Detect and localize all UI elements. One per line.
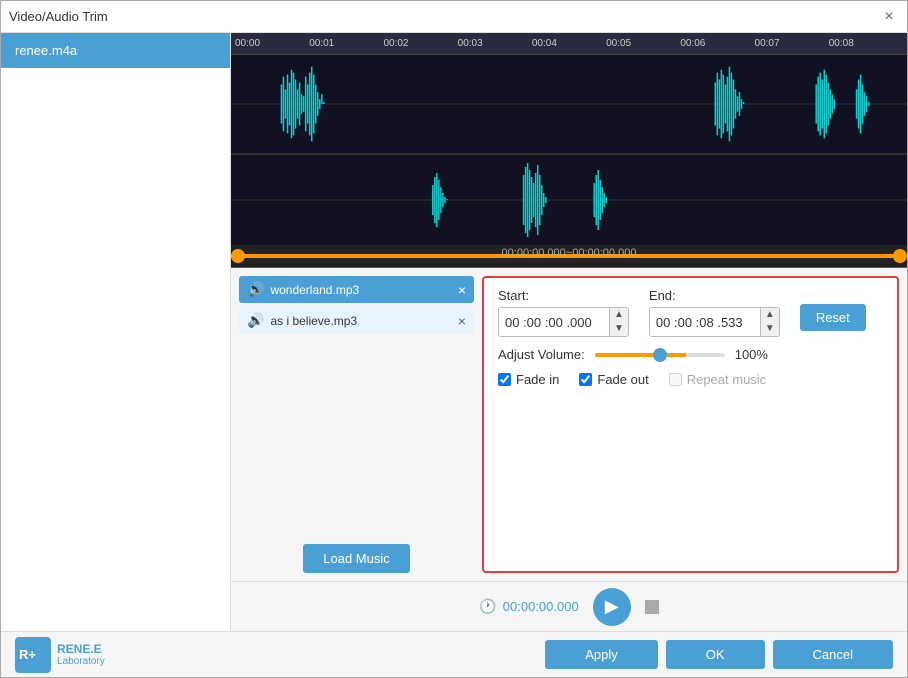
volume-pct: 100% xyxy=(735,347,768,362)
ruler-mark-3: 00:03 xyxy=(458,38,532,49)
start-spinners: ▲ ▼ xyxy=(609,308,628,336)
ruler-mark-5: 00:05 xyxy=(606,38,680,49)
fade-out-label: Fade out xyxy=(597,372,648,387)
speaker-icon-1: 🔊 xyxy=(247,281,264,298)
music-item-1-left: 🔊 wonderland.mp3 xyxy=(247,281,359,298)
svg-text:R+: R+ xyxy=(19,647,36,662)
music-item-1-close[interactable]: × xyxy=(458,283,466,297)
play-icon: ▶ xyxy=(605,596,619,617)
music-list-inner: 🔊 wonderland.mp3 × 🔊 as i believe.mp3 × xyxy=(239,276,474,532)
ruler-mark-4: 00:04 xyxy=(532,38,606,49)
footer-area: R+ RENE.E Laboratory Apply OK Cancel xyxy=(1,631,907,677)
end-spin-up[interactable]: ▲ xyxy=(761,308,779,322)
start-group: Start: ▲ ▼ xyxy=(498,288,629,337)
music-item-2-close[interactable]: × xyxy=(458,314,466,328)
ruler-mark-8: 00:08 xyxy=(829,38,903,49)
end-time-input[interactable] xyxy=(650,311,760,334)
end-time-input-wrap: ▲ ▼ xyxy=(649,307,780,337)
brand-area: R+ RENE.E Laboratory xyxy=(15,637,105,673)
waveform-svg-2 xyxy=(231,155,907,245)
trim-handle-right[interactable] xyxy=(893,249,907,263)
repeat-checkbox xyxy=(669,373,682,386)
checkboxes-row: Fade in Fade out Repeat music xyxy=(498,372,883,387)
fade-in-checkbox-label[interactable]: Fade in xyxy=(498,372,559,387)
play-time: 🕐 00:00:00.000 xyxy=(479,598,578,615)
playback-time: 00:00:00.000 xyxy=(503,599,579,614)
ruler-marks: 00:00 00:01 00:02 00:03 00:04 00:05 00:0… xyxy=(235,38,903,49)
waveform-area: 00:00 00:01 00:02 00:03 00:04 00:05 00:0… xyxy=(231,33,907,268)
ok-button[interactable]: OK xyxy=(666,640,765,669)
footer-buttons: Apply OK Cancel xyxy=(545,640,893,669)
clock-icon: 🕐 xyxy=(479,598,496,615)
ruler-mark-1: 00:01 xyxy=(309,38,383,49)
right-panel: 00:00 00:01 00:02 00:03 00:04 00:05 00:0… xyxy=(231,33,907,631)
playback-bar: 🕐 00:00:00.000 ▶ xyxy=(231,581,907,631)
play-button[interactable]: ▶ xyxy=(593,588,631,626)
main-content: renee.m4a 00:00 00:01 00:02 00:03 00:04 … xyxy=(1,33,907,631)
apply-button[interactable]: Apply xyxy=(545,640,658,669)
volume-slider[interactable] xyxy=(595,353,725,357)
close-button[interactable]: × xyxy=(879,7,899,27)
start-end-row: Start: ▲ ▼ End: xyxy=(498,288,883,337)
volume-row: Adjust Volume: 100% xyxy=(498,347,883,362)
speaker-icon-2: 🔊 xyxy=(247,312,264,329)
ruler-mark-7: 00:07 xyxy=(755,38,829,49)
sidebar-item-file[interactable]: renee.m4a xyxy=(1,33,230,68)
end-spinners: ▲ ▼ xyxy=(760,308,779,336)
music-item-2: 🔊 as i believe.mp3 × xyxy=(239,307,474,334)
music-item-2-label: as i believe.mp3 xyxy=(270,314,357,328)
fade-out-checkbox[interactable] xyxy=(579,373,592,386)
stop-button[interactable] xyxy=(645,600,659,614)
fade-in-checkbox[interactable] xyxy=(498,373,511,386)
start-time-input[interactable] xyxy=(499,311,609,334)
titlebar: Video/Audio Trim × xyxy=(1,1,907,33)
trim-bar: 00:00:00.000~00:00:00.000 xyxy=(231,245,907,267)
reset-button[interactable]: Reset xyxy=(800,304,866,331)
start-label: Start: xyxy=(498,288,629,303)
repeat-checkbox-label[interactable]: Repeat music xyxy=(669,372,766,387)
brand-text: RENE.E Laboratory xyxy=(57,642,105,667)
end-group: End: ▲ ▼ xyxy=(649,288,780,337)
music-item-1-label: wonderland.mp3 xyxy=(270,283,359,297)
volume-label: Adjust Volume: xyxy=(498,347,585,362)
start-spin-up[interactable]: ▲ xyxy=(610,308,628,322)
ruler-mark-0: 00:00 xyxy=(235,38,309,49)
main-window: Video/Audio Trim × renee.m4a 00:00 00:01… xyxy=(0,0,908,678)
brand-logo: R+ xyxy=(15,637,51,673)
music-item-2-left: 🔊 as i believe.mp3 xyxy=(247,312,357,329)
sidebar-item-label: renee.m4a xyxy=(15,43,77,58)
cancel-button[interactable]: Cancel xyxy=(773,640,893,669)
waveform-svg-1 xyxy=(231,55,907,153)
fade-out-checkbox-label[interactable]: Fade out xyxy=(579,372,648,387)
timeline-ruler: 00:00 00:01 00:02 00:03 00:04 00:05 00:0… xyxy=(231,33,907,55)
brand-sub: Laboratory xyxy=(57,656,105,667)
waveform-track-1 xyxy=(231,55,907,155)
waveform-track-2 xyxy=(231,155,907,245)
settings-panel: Start: ▲ ▼ End: xyxy=(482,276,899,573)
repeat-label: Repeat music xyxy=(687,372,766,387)
trim-time-label: 00:00:00.000~00:00:00.000 xyxy=(502,247,637,259)
trim-handle-left[interactable] xyxy=(231,249,245,263)
sidebar: renee.m4a xyxy=(1,33,231,631)
end-label: End: xyxy=(649,288,780,303)
brand-name: RENE.E xyxy=(57,642,105,656)
load-music-button[interactable]: Load Music xyxy=(303,544,409,573)
start-spin-down[interactable]: ▼ xyxy=(610,322,628,336)
ruler-mark-2: 00:02 xyxy=(383,38,457,49)
controls-area: 🔊 wonderland.mp3 × 🔊 as i believe.mp3 × xyxy=(231,268,907,581)
ruler-mark-6: 00:06 xyxy=(680,38,754,49)
window-title: Video/Audio Trim xyxy=(9,9,108,24)
end-spin-down[interactable]: ▼ xyxy=(761,322,779,336)
fade-in-label: Fade in xyxy=(516,372,559,387)
music-list-panel: 🔊 wonderland.mp3 × 🔊 as i believe.mp3 × xyxy=(239,276,474,573)
music-item-1: 🔊 wonderland.mp3 × xyxy=(239,276,474,303)
start-time-input-wrap: ▲ ▼ xyxy=(498,307,629,337)
